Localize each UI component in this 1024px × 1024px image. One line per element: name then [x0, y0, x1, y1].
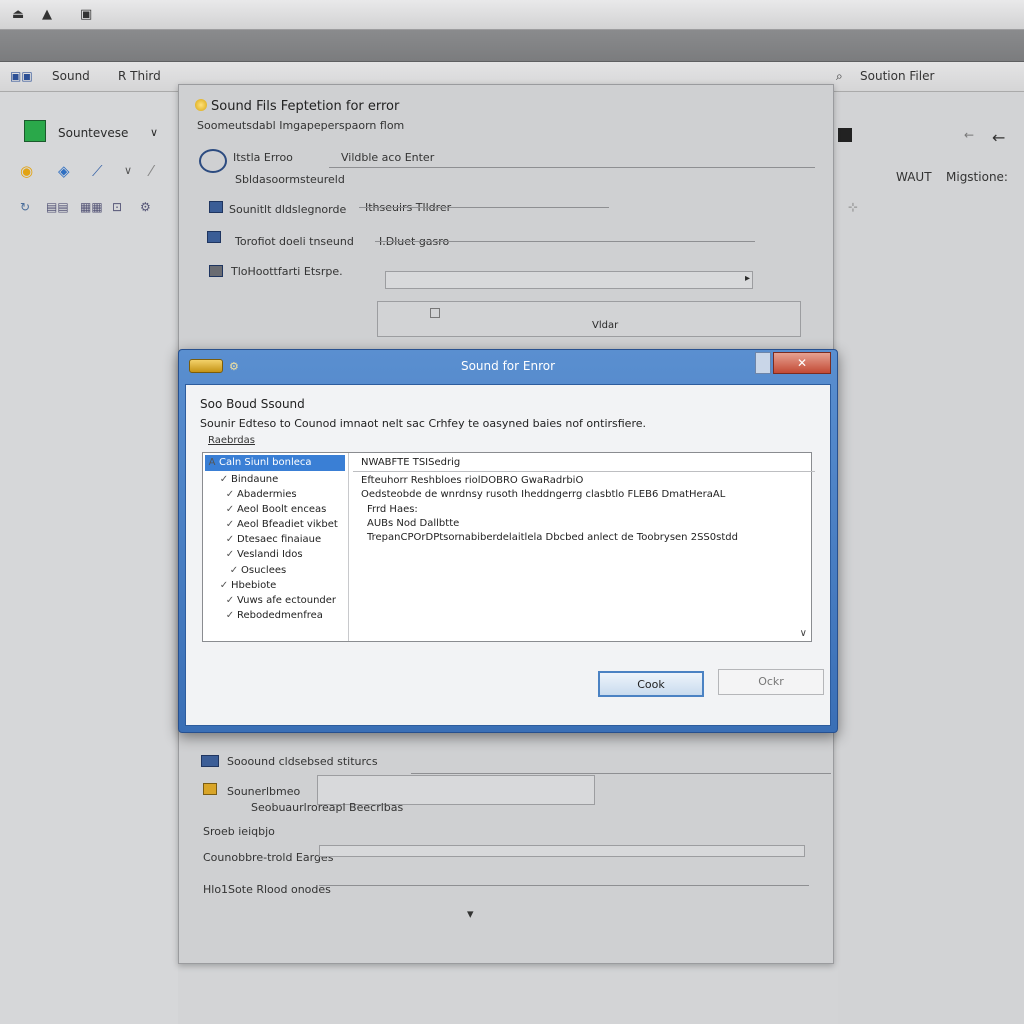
- dialog-title: Sound for Enror: [460, 359, 556, 373]
- sound-select-line: [375, 241, 755, 242]
- sound-dialog-label: Sounitlt dldslegnorde: [229, 203, 347, 216]
- green-status-icon[interactable]: [24, 120, 46, 142]
- sound-dialog-line: [359, 207, 609, 208]
- secondary-label: Sbldasoormsteureld: [235, 173, 345, 186]
- tree-item[interactable]: ✓ Veslandi Idos: [223, 547, 363, 563]
- sound-select-label: Torofiot doeli tnseund: [235, 235, 354, 248]
- detail-line: TrepanCPOrDPtsornabiberdelaitlela Dbcbed…: [367, 532, 738, 543]
- right-toolbar-item-2[interactable]: Migstione:: [946, 170, 1008, 184]
- refresh-icon[interactable]: ↻: [20, 200, 30, 214]
- blue-shield-icon[interactable]: ◈: [58, 162, 70, 180]
- lower-row-4: Sroeb ieiqbjo: [203, 825, 275, 838]
- lower-row-2: Sounerlbmeo: [227, 785, 301, 798]
- dialog-description: Sounir Edteso to Counod imnaot nelt sac …: [200, 417, 646, 430]
- detail-line: Efteuhorr Reshbloes riolDOBRO GwaRadrbiO: [361, 475, 584, 486]
- cursor-icon: ▾: [467, 907, 474, 922]
- list-icon[interactable]: ▤▤: [46, 200, 69, 214]
- tree-item[interactable]: A Caln Siunl bonleca: [205, 455, 345, 471]
- close-button[interactable]: ✕: [773, 352, 831, 374]
- tree-item[interactable]: ✓ Dtesaec finaiaue: [223, 532, 363, 548]
- folder-icon: [203, 783, 217, 795]
- lower-row-3: Seobuaurlroreapl Beecrlbas: [251, 801, 404, 814]
- top-menubar: ⏏ ▲ ▣: [0, 0, 1024, 30]
- filter-icon[interactable]: ⊡: [112, 200, 122, 214]
- sound-tree: A Caln Siunl bonleca ✓ Bindaune ✓ Abadermie…: [203, 453, 349, 641]
- printer-icon: [209, 201, 223, 213]
- dropdown-chevron-icon[interactable]: ∨: [150, 126, 158, 139]
- dialog-heading: Soo Boud Ssound: [200, 397, 305, 411]
- left-pane: Sountevese ∨ ◉ ◈ ⟋ ∨ ⁄ ↻ ▤▤ ▦▦ ⊡ ⚙: [0, 92, 178, 1024]
- sound-detail-pane: NWABFTE TSISedrig Efteuhorr Reshbloes ri…: [353, 453, 815, 641]
- error-value[interactable]: Vildble aco Enter: [341, 151, 434, 164]
- up-icon[interactable]: ▲: [42, 7, 52, 22]
- toolbar-third-item[interactable]: R Third: [118, 69, 161, 83]
- cancel-button[interactable]: Ockr: [718, 669, 824, 695]
- lower-field-2[interactable]: [319, 845, 805, 857]
- file-icon: [209, 265, 223, 277]
- tree-item[interactable]: ✓ Aeol Bfeadiet vikbet: [223, 517, 363, 533]
- left-toolbar-label[interactable]: Sountevese: [58, 126, 128, 140]
- preview-box[interactable]: Vldar: [377, 301, 801, 337]
- tree-item[interactable]: ✓ Osuclees: [227, 563, 367, 579]
- detail-header-divider: [353, 471, 815, 472]
- search-icon[interactable]: ⌕: [836, 69, 843, 84]
- settings-icon[interactable]: ⚙: [140, 200, 151, 214]
- dropdown-arrow-icon[interactable]: ▸: [745, 273, 750, 284]
- tree-item[interactable]: ✓ Vuws afe ectounder: [223, 593, 363, 609]
- detail-line: AUBs Nod Dallbtte: [367, 518, 460, 529]
- minimize-button[interactable]: [755, 352, 771, 374]
- background-dialog-title: Sound Fils Feptetion for error: [195, 99, 399, 114]
- error-label: Itstla Erroo: [233, 151, 293, 164]
- solution-filter-label[interactable]: Soution Filer: [860, 69, 934, 83]
- wand-icon[interactable]: ⟋: [92, 162, 103, 180]
- app-logo-icon[interactable]: ▣▣: [10, 69, 33, 83]
- coin-icon: [195, 99, 207, 111]
- tree-item[interactable]: ✓ Bindaune: [217, 472, 357, 488]
- separator-icon: ⁄: [150, 162, 153, 180]
- preview-box-label: Vldar: [592, 320, 619, 331]
- sound-error-dialog: ⚙ Sound for Enror ✕ Soo Boud Ssound Soun…: [178, 349, 838, 733]
- detail-line: Oedsteobde de wnrdnsy rusoth Iheddngerrg…: [361, 489, 726, 500]
- lower-row-6: Hlo1Sote Rlood onodes: [203, 883, 331, 896]
- background-dialog-subtitle: Soomeutsdabl Imgapeperspaorn flom: [197, 119, 405, 132]
- sound-listbox[interactable]: A Caln Siunl bonleca ✓ Bindaune ✓ Abadermie…: [202, 452, 815, 642]
- eject-icon[interactable]: ⏏: [12, 7, 24, 22]
- close-icon: ✕: [796, 356, 808, 370]
- monitor-icon: [207, 231, 221, 243]
- sound-type-dropdown[interactable]: ▸: [385, 271, 753, 289]
- right-toolbar-item-1[interactable]: WAUT: [896, 170, 932, 184]
- dark-toolbar: [0, 30, 1024, 62]
- speaker-icon: [199, 149, 227, 173]
- lower-row-5: Counobbre-trold Earges: [203, 851, 334, 864]
- speaker-small-icon: [201, 755, 219, 767]
- dropdown-small-icon[interactable]: ∨: [124, 164, 132, 177]
- ok-button[interactable]: Cook: [598, 671, 704, 697]
- scroll-down-chevron-icon[interactable]: ∨: [800, 628, 807, 639]
- dialog-client-area: Soo Boud Ssound Sounir Edteso to Counod …: [185, 384, 831, 726]
- sound-type-label: TloHoottfarti Etsrpe.: [231, 265, 343, 278]
- toolbar-sound-item[interactable]: Sound: [52, 69, 90, 83]
- error-field-line: [329, 167, 815, 168]
- window-icon[interactable]: ▣: [80, 7, 92, 22]
- lower-row-1: Sooound cldsebsed stiturcs: [227, 755, 378, 768]
- lower-line-2: [319, 885, 809, 886]
- pin-icon[interactable]: ⊹: [848, 200, 858, 214]
- detail-line: Frrd Haes:: [367, 504, 418, 515]
- tree-item[interactable]: ✓ Rebodedmenfrea: [223, 608, 363, 624]
- tree-item[interactable]: ✓ Aeol Boolt enceas: [223, 502, 363, 518]
- yellow-gear-icon[interactable]: ◉: [20, 162, 33, 180]
- detail-header: NWABFTE TSISedrig: [361, 457, 461, 468]
- tree-item[interactable]: ✓ Hbebiote: [217, 578, 357, 594]
- group-label: Raebrdas: [208, 435, 255, 446]
- lower-line-1: [411, 773, 831, 774]
- back-arrow-icon[interactable]: ←: [992, 128, 1005, 147]
- right-pane: ← ← WAUT Migstione: ⊹: [838, 92, 1024, 1024]
- checkbox[interactable]: [430, 308, 440, 318]
- arrow-left-small-icon[interactable]: ←: [964, 128, 974, 142]
- grid-icon[interactable]: ▦▦: [80, 200, 103, 214]
- black-square-icon[interactable]: [838, 128, 852, 142]
- tree-item[interactable]: ✓ Abadermies: [223, 487, 363, 503]
